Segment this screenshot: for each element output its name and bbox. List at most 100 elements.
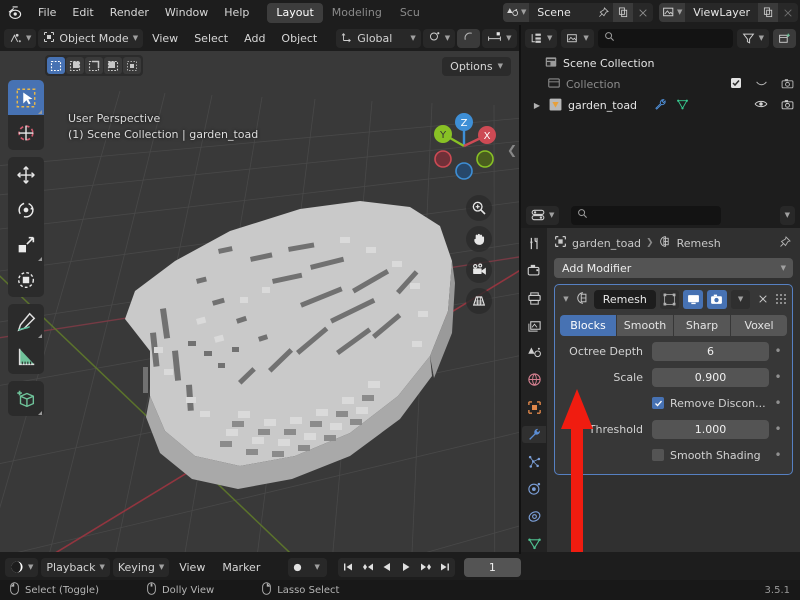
- eye-icon[interactable]: [754, 97, 768, 114]
- menu-file[interactable]: File: [30, 3, 64, 22]
- record-dot-icon[interactable]: [288, 557, 308, 577]
- snap-settings[interactable]: ▼: [422, 28, 456, 48]
- jump-end-icon[interactable]: [435, 557, 455, 577]
- animate-dot-icon[interactable]: •: [769, 423, 787, 435]
- camera-view-icon[interactable]: [466, 257, 492, 283]
- close-icon[interactable]: [633, 3, 653, 22]
- menu-render[interactable]: Render: [102, 3, 157, 22]
- checkbox-checked-icon[interactable]: [730, 77, 742, 92]
- properties-tab-object[interactable]: [522, 399, 546, 416]
- pin-icon[interactable]: [779, 235, 791, 251]
- outliner[interactable]: ▼ ▼ ▼ Scene Collection Collection ▶ gard…: [521, 25, 800, 200]
- modifier-wrench-icon[interactable]: [654, 98, 667, 114]
- remesh-mode-smooth[interactable]: Smooth: [617, 315, 673, 336]
- intersect-select-icon[interactable]: [123, 57, 141, 74]
- current-frame-field[interactable]: 1: [463, 557, 521, 577]
- scale-input[interactable]: 0.900: [652, 367, 769, 387]
- properties-options-chevron[interactable]: ▼: [779, 205, 795, 225]
- outliner-search-input[interactable]: [597, 28, 733, 48]
- outliner-row-collection[interactable]: Collection: [521, 74, 800, 95]
- timeline-menu-playback[interactable]: Playback ▼: [41, 557, 110, 577]
- properties-tab-render[interactable]: [522, 262, 546, 279]
- breadcrumb-modifier[interactable]: Remesh: [677, 237, 721, 250]
- scale-tool[interactable]: [8, 227, 44, 262]
- editor-type-properties-icon[interactable]: ▼: [526, 205, 560, 225]
- transform-orientation-selector[interactable]: Global ▼: [336, 28, 421, 48]
- object-mode-selector[interactable]: Object Mode ▼: [38, 28, 144, 48]
- close-icon[interactable]: [778, 3, 798, 22]
- properties-tab-output[interactable]: [522, 290, 546, 307]
- new-collection-icon[interactable]: [773, 28, 796, 48]
- next-keyframe-icon[interactable]: [415, 557, 436, 577]
- viewport-menu-view[interactable]: View: [145, 29, 185, 48]
- render-display-toggle[interactable]: [707, 289, 727, 309]
- prev-keyframe-icon[interactable]: [357, 557, 378, 577]
- pan-hand-icon[interactable]: [466, 226, 492, 252]
- jump-start-icon[interactable]: [338, 557, 358, 577]
- drag-dots-icon[interactable]: [776, 294, 787, 304]
- threshold-input[interactable]: 1.000: [652, 419, 769, 439]
- modifier-panel-remesh[interactable]: ▼ Remesh ▼ Blocks Smooth Sharp Voxel Oct…: [554, 284, 793, 475]
- navigation-gizmo[interactable]: Z Y X: [423, 105, 505, 187]
- camera-icon[interactable]: [781, 98, 794, 114]
- rotate-tool[interactable]: [8, 192, 44, 227]
- menu-edit[interactable]: Edit: [64, 3, 101, 22]
- animate-dot-icon[interactable]: •: [769, 345, 787, 357]
- camera-icon[interactable]: [781, 77, 794, 93]
- menu-help[interactable]: Help: [216, 3, 257, 22]
- extend-select-icon[interactable]: [66, 57, 84, 74]
- modifier-extras-button[interactable]: ▼: [730, 289, 751, 309]
- viewport-options-button[interactable]: Options ▼: [442, 57, 511, 76]
- outliner-row-scene-collection[interactable]: Scene Collection: [521, 53, 800, 74]
- play-icon[interactable]: [396, 557, 416, 577]
- editor-type-3dview-icon[interactable]: ▼: [4, 28, 37, 48]
- viewport-3d[interactable]: ▼ Object Mode ▼ View Select Add Object G…: [0, 25, 519, 552]
- disclosure-triangle-icon[interactable]: ▶: [531, 101, 543, 110]
- add-modifier-button[interactable]: Add Modifier ▼: [554, 258, 793, 278]
- new-viewlayer-icon[interactable]: [758, 3, 778, 22]
- timeline-editor[interactable]: ▼ Playback ▼ Keying ▼ View Marker ▼ 1: [0, 554, 521, 580]
- workspace-tab-sculpting[interactable]: Scu: [391, 3, 429, 23]
- remove-disconnected-checkbox[interactable]: [652, 397, 664, 409]
- pin-icon[interactable]: [593, 3, 613, 22]
- breadcrumb-object[interactable]: garden_toad: [572, 237, 641, 250]
- id-type-filter-icon[interactable]: ▼: [561, 28, 594, 48]
- viewport-menu-select[interactable]: Select: [187, 29, 235, 48]
- proportional-editing-toggle[interactable]: [457, 28, 481, 48]
- proportional-falloff-selector[interactable]: ▼: [482, 28, 517, 48]
- scene-selector[interactable]: ▼ Scene: [503, 3, 654, 22]
- remesh-mode-sharp[interactable]: Sharp: [674, 315, 730, 336]
- hide-icon[interactable]: [755, 77, 768, 93]
- workspace-tab-modeling[interactable]: Modeling: [323, 3, 391, 23]
- scene-name[interactable]: Scene: [529, 3, 593, 22]
- cursor-tool[interactable]: [8, 115, 44, 150]
- play-reverse-icon[interactable]: [377, 557, 397, 577]
- move-tool[interactable]: [8, 157, 44, 192]
- viewport-menu-object[interactable]: Object: [274, 29, 324, 48]
- add-cube-tool[interactable]: [8, 381, 44, 416]
- properties-tab-view-layer[interactable]: [522, 317, 546, 334]
- properties-tab-tool[interactable]: [522, 235, 546, 252]
- timeline-menu-keying[interactable]: Keying ▼: [112, 557, 170, 577]
- viewlayer-selector[interactable]: ▼ ViewLayer: [659, 3, 798, 22]
- funnel-filter-icon[interactable]: ▼: [736, 28, 769, 48]
- toggle-perspective-icon[interactable]: [466, 288, 492, 314]
- zoom-icon[interactable]: [466, 195, 492, 221]
- modifier-close-button[interactable]: [754, 294, 772, 304]
- blender-logo-icon[interactable]: [0, 0, 30, 25]
- timeline-menu-marker[interactable]: Marker: [215, 558, 267, 577]
- edit-mode-display-toggle[interactable]: [659, 289, 680, 309]
- menu-window[interactable]: Window: [157, 3, 216, 22]
- modifier-name-field[interactable]: Remesh: [593, 289, 656, 309]
- octree-depth-input[interactable]: 6: [652, 341, 769, 361]
- outliner-row-garden-toad[interactable]: ▶ garden_toad: [521, 95, 800, 116]
- animate-dot-icon[interactable]: •: [769, 397, 787, 409]
- properties-editor[interactable]: ▼ ▼ garden_toad ❯ Remesh Add Modifier ▼ …: [521, 202, 800, 552]
- tweak-select-box-tool[interactable]: [8, 80, 44, 115]
- remesh-mode-blocks[interactable]: Blocks: [560, 315, 616, 336]
- properties-tab-data[interactable]: [522, 535, 546, 552]
- realtime-display-toggle[interactable]: [683, 289, 704, 309]
- animate-dot-icon[interactable]: •: [769, 371, 787, 383]
- properties-tab-physics[interactable]: [522, 480, 546, 497]
- set-select-icon[interactable]: [47, 57, 65, 74]
